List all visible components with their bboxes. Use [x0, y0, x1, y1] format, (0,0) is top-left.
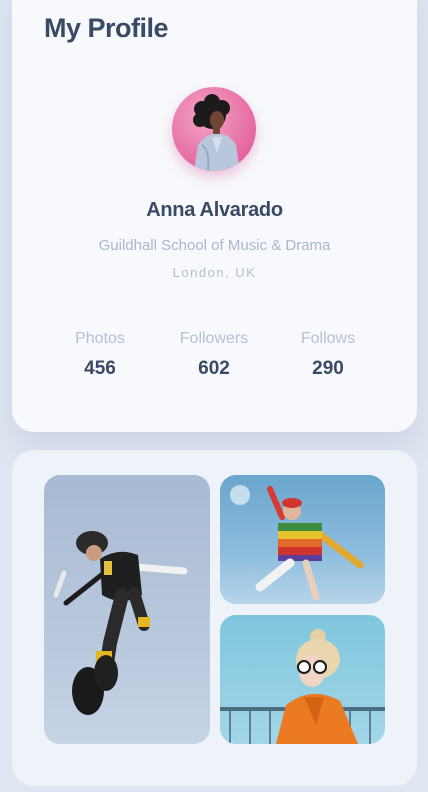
page-title: My Profile: [44, 13, 169, 43]
orange-jacket-illustration: [220, 629, 385, 744]
photo-gallery: [12, 450, 417, 786]
jumping-man-photo[interactable]: [44, 475, 210, 744]
orange-jacket-photo[interactable]: [220, 615, 385, 744]
stat-label: Followers: [179, 330, 249, 347]
rainbow-sweater-photo[interactable]: [220, 475, 385, 604]
woman-portrait-icon: [193, 94, 240, 171]
stat-value: 290: [312, 358, 344, 379]
stat-followers[interactable]: Followers 602: [154, 330, 274, 380]
avatar[interactable]: [172, 87, 256, 171]
stat-follows[interactable]: Follows 290: [268, 330, 388, 380]
stat-value: 456: [84, 358, 116, 379]
rainbow-sweater-illustration: [230, 485, 364, 601]
profile-name: Anna Alvarado: [146, 199, 283, 221]
stat-label: Photos: [75, 330, 125, 347]
profile-school: Guildhall School of Music & Drama: [98, 237, 331, 254]
profile-card: My Profile Anna Alvarado Guildhall Schoo…: [12, 0, 417, 432]
stat-label: Follows: [300, 330, 356, 347]
stat-value: 602: [198, 358, 230, 379]
jumping-man-illustration: [53, 531, 188, 715]
stat-photos[interactable]: Photos 456: [40, 330, 160, 380]
profile-location: London, UK: [172, 265, 257, 280]
